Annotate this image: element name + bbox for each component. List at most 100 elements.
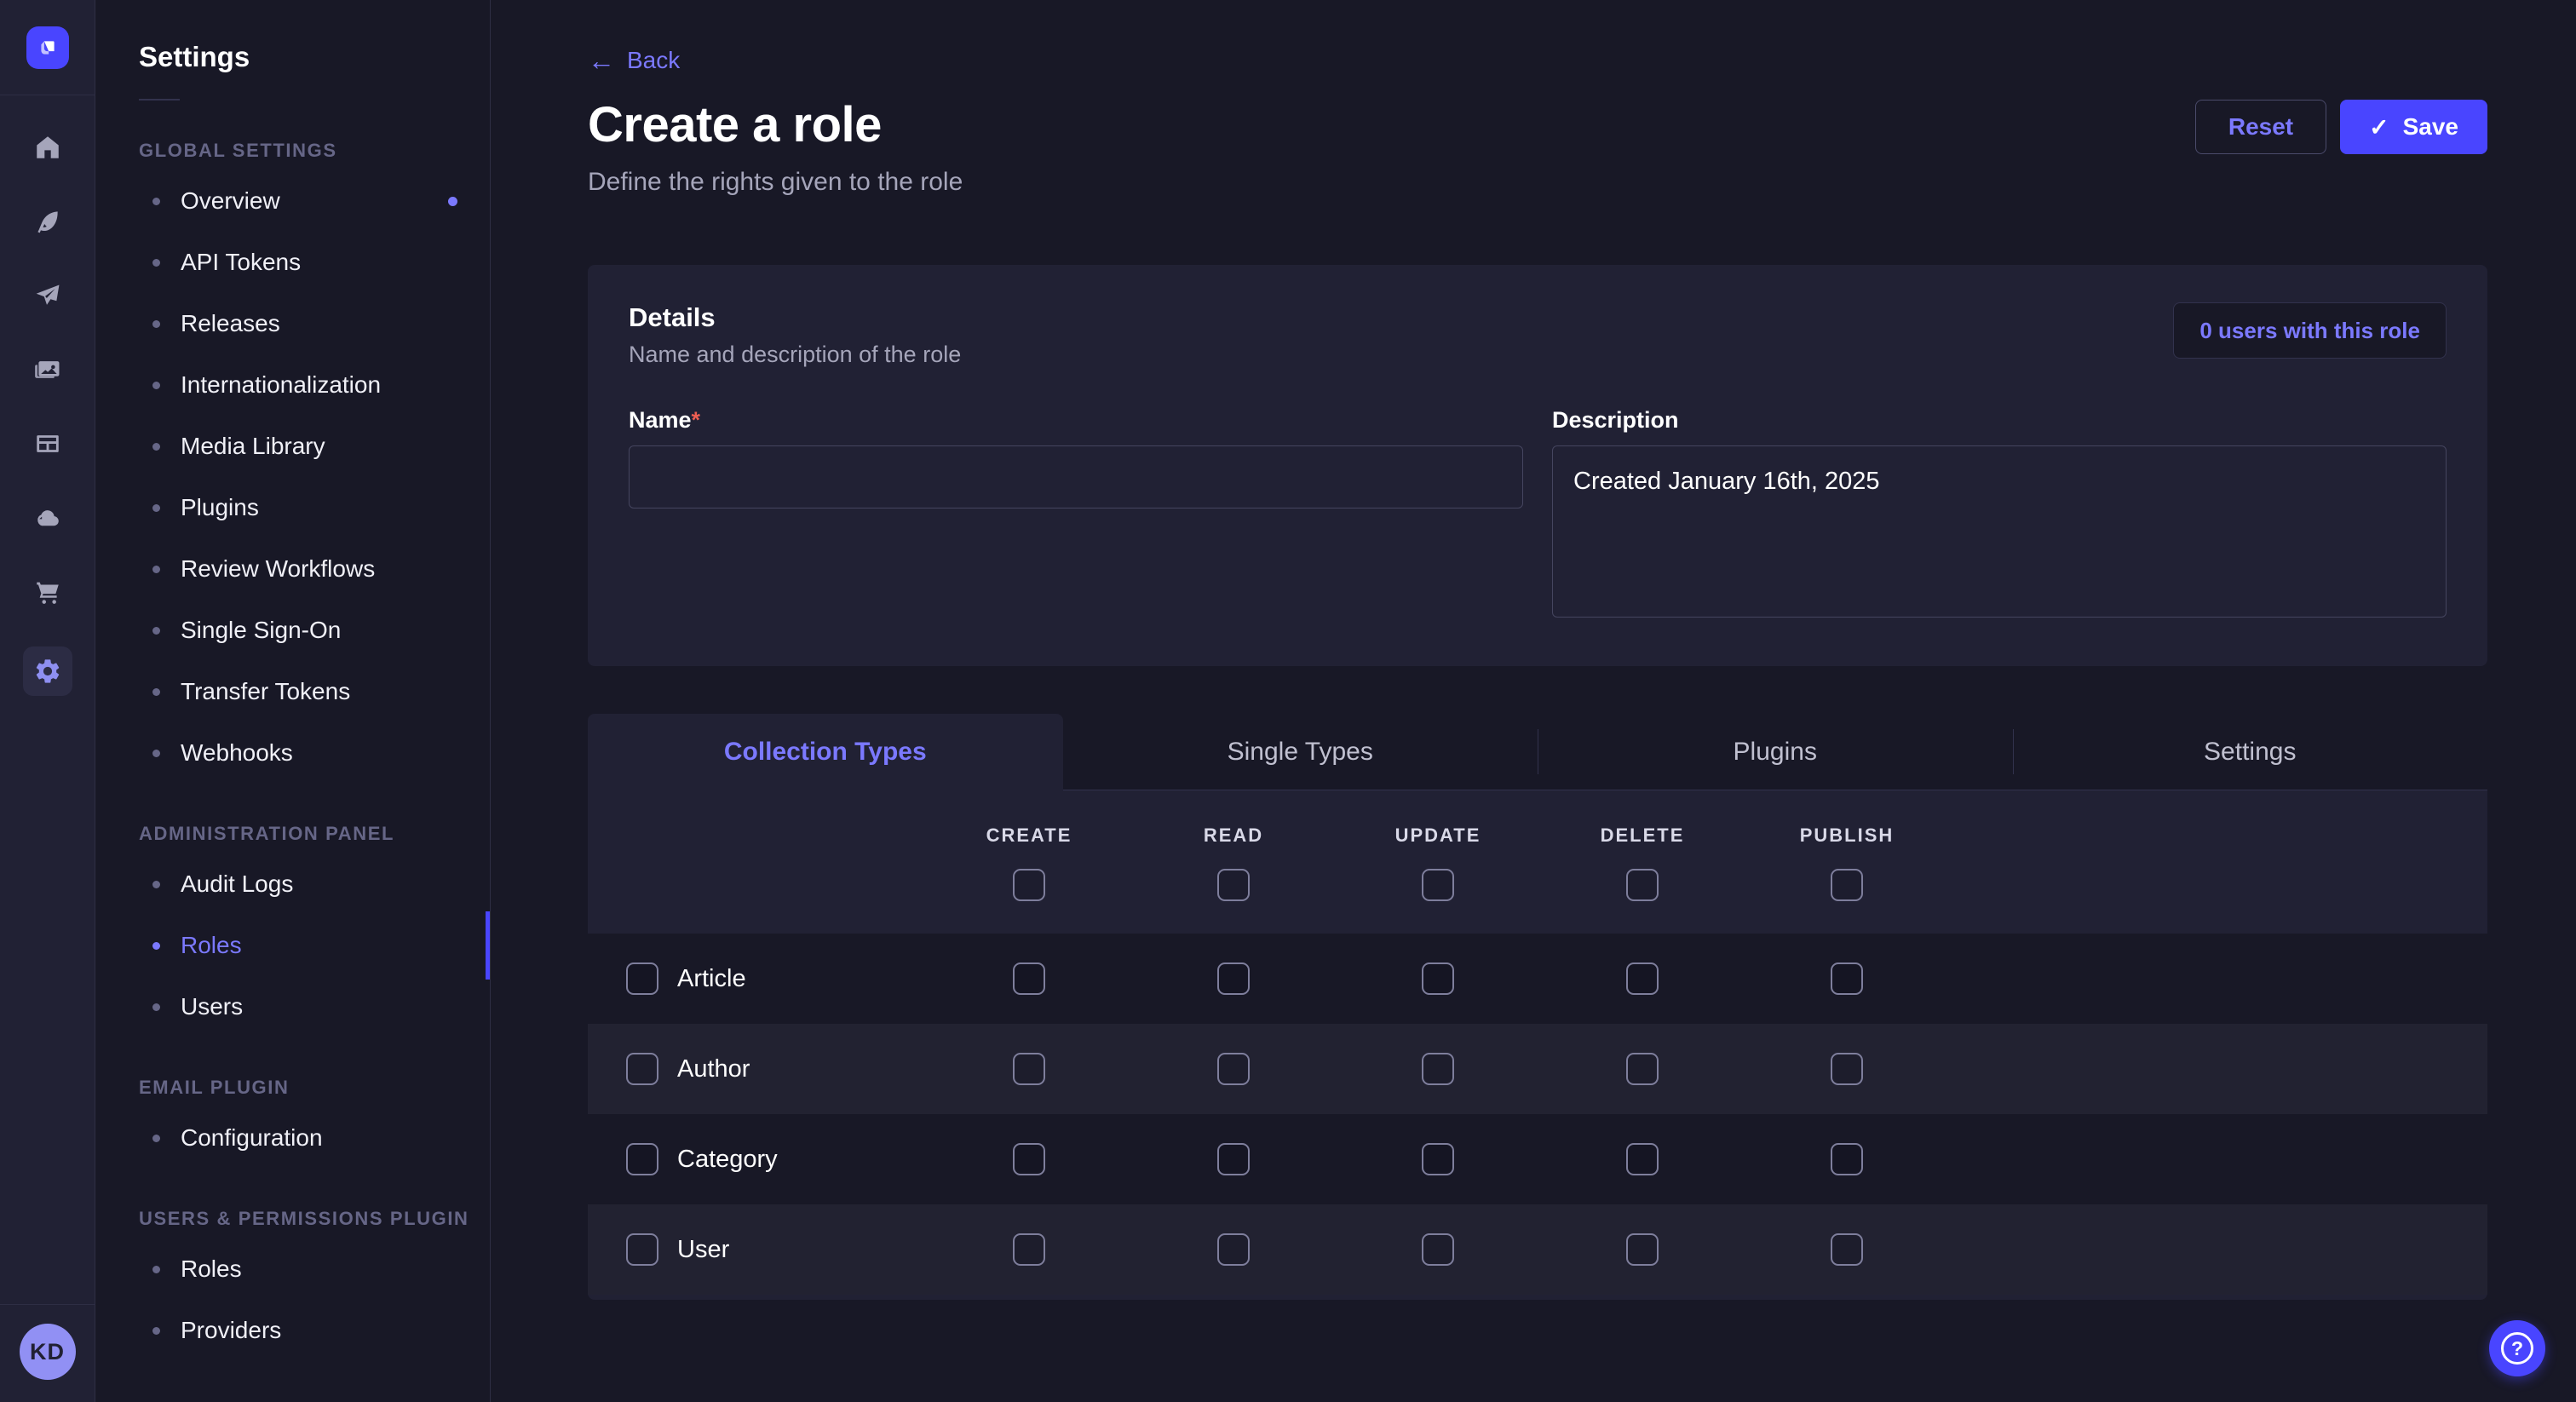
media-library-icon[interactable] <box>28 350 67 389</box>
name-input[interactable] <box>629 445 1523 509</box>
bullet-icon <box>152 627 160 635</box>
user-create-checkbox[interactable] <box>1013 1233 1045 1266</box>
sidebar-item-releases[interactable]: Releases <box>96 293 490 354</box>
category-publish-checkbox[interactable] <box>1831 1143 1863 1175</box>
reset-button[interactable]: Reset <box>2195 100 2326 154</box>
user-publish-checkbox[interactable] <box>1831 1233 1863 1266</box>
select-all-read-checkbox[interactable] <box>1217 869 1250 901</box>
select-all-create-checkbox[interactable] <box>1013 869 1045 901</box>
question-mark-icon: ? <box>2501 1332 2533 1365</box>
section-label-email-plugin: EMAIL PLUGIN <box>139 1077 490 1099</box>
page-title: Create a role <box>588 96 882 153</box>
back-arrow-icon: ← <box>588 47 615 74</box>
author-update-checkbox[interactable] <box>1422 1053 1454 1085</box>
bullet-icon <box>152 1135 160 1142</box>
user-read-checkbox[interactable] <box>1217 1233 1250 1266</box>
sidebar-item-configuration[interactable]: Configuration <box>96 1107 490 1169</box>
sidebar-item-transfer-tokens[interactable]: Transfer Tokens <box>96 661 490 722</box>
bullet-icon <box>152 942 160 950</box>
row-select-checkbox[interactable] <box>626 1053 658 1085</box>
workspace-logo-box <box>0 0 95 95</box>
article-create-checkbox[interactable] <box>1013 962 1045 995</box>
category-delete-checkbox[interactable] <box>1626 1143 1659 1175</box>
strapi-logo-icon[interactable] <box>26 26 69 69</box>
details-subtitle: Name and description of the role <box>629 342 961 368</box>
sidebar-item-overview[interactable]: Overview <box>96 170 490 232</box>
sidebar-item-api-tokens[interactable]: API Tokens <box>96 232 490 293</box>
sidebar-item-media-library[interactable]: Media Library <box>96 416 490 477</box>
bullet-icon <box>152 198 160 205</box>
feather-icon[interactable] <box>28 202 67 241</box>
content-type-builder-icon[interactable] <box>28 424 67 463</box>
user-update-checkbox[interactable] <box>1422 1233 1454 1266</box>
permission-row-author: Author <box>588 1024 2487 1114</box>
cloud-icon[interactable] <box>28 498 67 537</box>
sidebar-item-internationalization[interactable]: Internationalization <box>96 354 490 416</box>
user-avatar[interactable]: KD <box>20 1324 76 1380</box>
select-all-delete-checkbox[interactable] <box>1626 869 1659 901</box>
main-content: ← Back Create a role Reset ✓ Save Define… <box>492 0 2576 1402</box>
name-label: Name* <box>629 407 700 433</box>
permissions-column-headers: CREATE READ UPDATE DELETE PUBLISH <box>588 790 2487 847</box>
sidebar-item-users[interactable]: Users <box>96 976 490 1037</box>
back-link[interactable]: ← Back <box>588 47 680 74</box>
tab-single-types[interactable]: Single Types <box>1063 714 1538 790</box>
sidebar-item-providers[interactable]: Providers <box>96 1300 490 1361</box>
bullet-icon <box>152 688 160 696</box>
author-delete-checkbox[interactable] <box>1626 1053 1659 1085</box>
bullet-icon <box>152 504 160 512</box>
sidebar-item-plugins[interactable]: Plugins <box>96 477 490 538</box>
bullet-icon <box>152 750 160 757</box>
category-update-checkbox[interactable] <box>1422 1143 1454 1175</box>
permissions-panel: CREATE READ UPDATE DELETE PUBLISH Art <box>588 790 2487 1300</box>
article-publish-checkbox[interactable] <box>1831 962 1863 995</box>
marketplace-cart-icon[interactable] <box>28 572 67 612</box>
sidebar-item-audit-logs[interactable]: Audit Logs <box>96 853 490 915</box>
row-select-checkbox[interactable] <box>626 1233 658 1266</box>
tab-settings[interactable]: Settings <box>2013 714 2488 790</box>
column-header-publish: PUBLISH <box>1745 825 1949 847</box>
category-create-checkbox[interactable] <box>1013 1143 1045 1175</box>
category-read-checkbox[interactable] <box>1217 1143 1250 1175</box>
row-select-checkbox[interactable] <box>626 1143 658 1175</box>
rail-icon-list <box>23 95 72 1304</box>
tab-plugins[interactable]: Plugins <box>1538 714 2013 790</box>
select-all-publish-checkbox[interactable] <box>1831 869 1863 901</box>
check-icon: ✓ <box>2369 113 2389 141</box>
users-with-role-button[interactable]: 0 users with this role <box>2173 302 2447 359</box>
details-title: Details <box>629 302 961 333</box>
paper-plane-icon[interactable] <box>28 276 67 315</box>
sidebar-item-single-sign-on[interactable]: Single Sign-On <box>96 600 490 661</box>
bullet-icon <box>152 259 160 267</box>
settings-gear-icon[interactable] <box>23 646 72 696</box>
permission-row-user: User <box>588 1204 2487 1295</box>
author-create-checkbox[interactable] <box>1013 1053 1045 1085</box>
select-all-update-checkbox[interactable] <box>1422 869 1454 901</box>
main-nav-rail: KD <box>0 0 95 1402</box>
tab-collection-types[interactable]: Collection Types <box>588 714 1063 790</box>
author-read-checkbox[interactable] <box>1217 1053 1250 1085</box>
section-label-global-settings: GLOBAL SETTINGS <box>139 140 490 162</box>
description-textarea[interactable]: Created January 16th, 2025 <box>1552 445 2447 618</box>
bullet-icon <box>152 1327 160 1335</box>
sidebar-item-review-workflows[interactable]: Review Workflows <box>96 538 490 600</box>
settings-sidebar: Settings GLOBAL SETTINGS Overview API To… <box>96 0 491 1402</box>
help-button[interactable]: ? <box>2489 1320 2545 1376</box>
sidebar-item-webhooks[interactable]: Webhooks <box>96 722 490 784</box>
column-header-update: UPDATE <box>1336 825 1540 847</box>
article-delete-checkbox[interactable] <box>1626 962 1659 995</box>
bullet-icon <box>152 320 160 328</box>
article-read-checkbox[interactable] <box>1217 962 1250 995</box>
required-asterisk: * <box>692 407 701 433</box>
sidebar-item-roles-up[interactable]: Roles <box>96 1238 490 1300</box>
bullet-icon <box>152 1266 160 1273</box>
sidebar-item-roles-admin[interactable]: Roles <box>96 915 490 976</box>
user-delete-checkbox[interactable] <box>1626 1233 1659 1266</box>
article-update-checkbox[interactable] <box>1422 962 1454 995</box>
row-select-checkbox[interactable] <box>626 962 658 995</box>
name-field-group: Name* <box>629 407 1523 622</box>
home-icon[interactable] <box>28 128 67 167</box>
author-publish-checkbox[interactable] <box>1831 1053 1863 1085</box>
save-button[interactable]: ✓ Save <box>2340 100 2487 154</box>
page-subtitle: Define the rights given to the role <box>588 168 2487 197</box>
